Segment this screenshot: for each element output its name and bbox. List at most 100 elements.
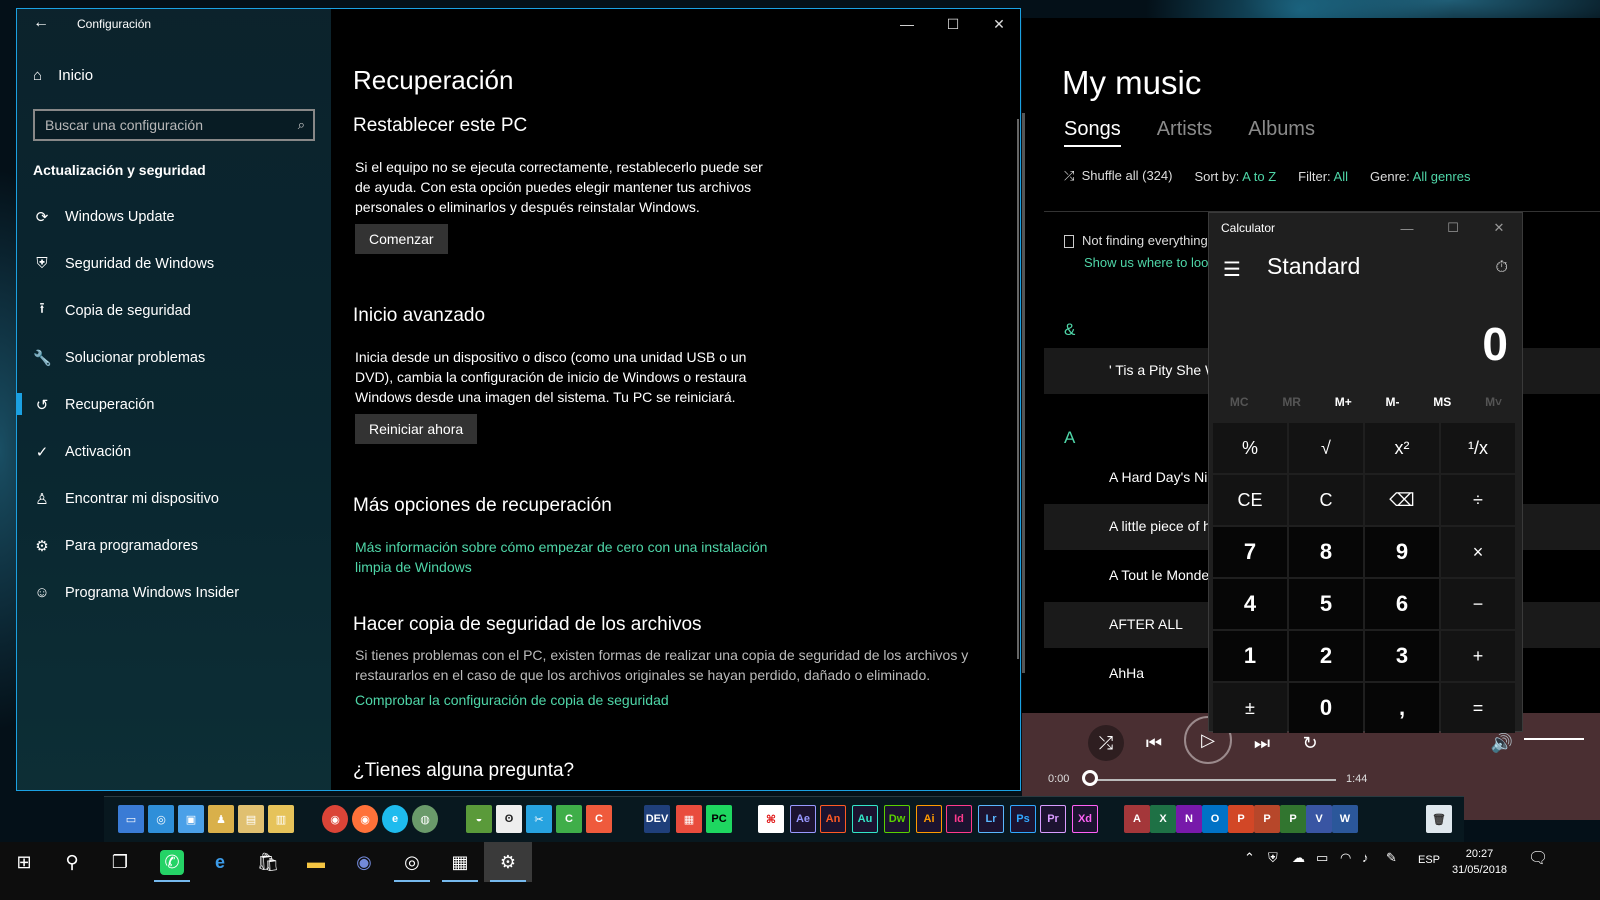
fresh-start-link-line[interactable]: Más información sobre cómo empezar de ce… — [355, 539, 767, 555]
after-effects-icon[interactable]: Ae — [790, 805, 816, 833]
close-button[interactable]: ✕ — [1476, 213, 1522, 243]
recycle-bin-icon[interactable]: 🗑 — [1426, 805, 1452, 833]
access-icon[interactable]: A — [1124, 805, 1150, 833]
chevron-up-icon[interactable]: ⌃ — [1244, 850, 1255, 866]
sidebar-item-windows-update[interactable]: ⟳ Windows Update — [17, 193, 331, 240]
app-icon[interactable]: ✂ — [526, 805, 552, 833]
app-icon[interactable]: ◒ — [466, 805, 492, 833]
memory-add-button[interactable]: M+ — [1335, 395, 1352, 409]
taskbar-explorer[interactable]: ▬ — [292, 842, 340, 882]
control-panel-icon[interactable]: ▣ — [178, 805, 204, 833]
firefox-icon[interactable]: ◉ — [352, 805, 378, 833]
network-icon[interactable]: ◎ — [148, 805, 174, 833]
shield-icon[interactable]: ⛨ — [1268, 850, 1278, 866]
digit-2-key[interactable]: 2 — [1289, 631, 1363, 681]
digit-8-key[interactable]: 8 — [1289, 527, 1363, 577]
audition-icon[interactable]: Au — [852, 805, 878, 833]
digit-3-key[interactable]: 3 — [1365, 631, 1439, 681]
taskbar-calculator[interactable]: ▦ — [436, 842, 484, 882]
xd-icon[interactable]: Xd — [1072, 805, 1098, 833]
memory-recall-button[interactable]: MR — [1282, 395, 1301, 409]
taskbar-edge[interactable]: e — [196, 842, 244, 882]
tab-albums[interactable]: Albums — [1248, 118, 1315, 147]
app-icon[interactable]: C — [556, 805, 582, 833]
filter-dropdown[interactable]: Filter: All — [1298, 169, 1348, 184]
digit-5-key[interactable]: 5 — [1289, 579, 1363, 629]
sidebar-item-windows-security[interactable]: ⛨ Seguridad de Windows — [17, 240, 331, 287]
percent-key[interactable]: % — [1213, 423, 1287, 473]
globe-icon[interactable]: ◍ — [412, 805, 438, 833]
sidebar-item-troubleshoot[interactable]: 🔧 Solucionar problemas — [17, 334, 331, 381]
sidebar-item-insider[interactable]: ☺ Programa Windows Insider — [17, 569, 331, 616]
folder-icon[interactable]: ▥ — [268, 805, 294, 833]
content-scrollbar[interactable] — [1017, 119, 1019, 659]
language-indicator[interactable]: ESP — [1418, 854, 1440, 866]
excel-icon[interactable]: X — [1150, 805, 1176, 833]
backup-settings-link[interactable]: Comprobar la configuración de copia de s… — [355, 690, 669, 710]
pen-icon[interactable]: ✎ — [1386, 850, 1397, 866]
volume-slider[interactable] — [1524, 738, 1584, 740]
taskbar-whatsapp[interactable]: ✆ — [148, 842, 196, 882]
nav-home[interactable]: ⌂ Inicio — [33, 67, 93, 84]
divide-key[interactable]: ÷ — [1441, 475, 1515, 525]
sort-dropdown[interactable]: Sort by: A to Z — [1194, 169, 1276, 184]
memory-store-button[interactable]: MS — [1433, 395, 1451, 409]
volume-icon[interactable]: ♪ — [1362, 850, 1369, 865]
clear-entry-key[interactable]: CE — [1213, 475, 1287, 525]
decimal-key[interactable]: , — [1365, 683, 1439, 733]
illustrator-icon[interactable]: Ai — [916, 805, 942, 833]
backspace-key[interactable]: ⌫ — [1365, 475, 1439, 525]
project-icon[interactable]: P — [1280, 805, 1306, 833]
user-folder-icon[interactable]: ♟ — [208, 805, 234, 833]
settings-search[interactable]: ⌕ — [33, 109, 315, 141]
pycharm-icon[interactable]: PC — [706, 805, 732, 833]
add-key[interactable]: + — [1441, 631, 1515, 681]
outlook-icon[interactable]: O — [1202, 805, 1228, 833]
fresh-start-link[interactable]: Más información sobre cómo empezar de ce… — [355, 537, 767, 577]
wifi-icon[interactable]: ◠ — [1340, 850, 1351, 866]
memory-list-button[interactable]: M˅ — [1485, 395, 1502, 409]
music-scrollbar[interactable] — [1022, 113, 1025, 673]
search-input[interactable] — [35, 111, 275, 139]
hamburger-menu-icon[interactable]: ☰ — [1223, 257, 1241, 282]
tab-songs[interactable]: Songs — [1064, 118, 1121, 147]
tab-artists[interactable]: Artists — [1157, 118, 1213, 147]
back-arrow-icon[interactable]: ← — [33, 14, 49, 32]
cloud-icon[interactable]: ☁ — [1292, 850, 1305, 866]
dreamweaver-icon[interactable]: Dw — [884, 805, 910, 833]
digit-9-key[interactable]: 9 — [1365, 527, 1439, 577]
premiere-icon[interactable]: Pr — [1040, 805, 1066, 833]
square-key[interactable]: x² — [1365, 423, 1439, 473]
acrobat-icon[interactable]: ⌘ — [758, 805, 784, 833]
subtract-key[interactable]: − — [1441, 579, 1515, 629]
sidebar-item-activation[interactable]: ✓ Activación — [17, 428, 331, 475]
group-header-amp[interactable]: & — [1064, 320, 1075, 340]
sidebar-item-find-device[interactable]: ♙ Encontrar mi dispositivo — [17, 475, 331, 522]
search-button[interactable]: ⚲ — [48, 842, 96, 882]
restart-now-button[interactable]: Reiniciar ahora — [355, 414, 478, 444]
seek-handle[interactable] — [1082, 770, 1098, 786]
notifications-icon[interactable]: 🗨 — [1528, 848, 1548, 868]
digit-6-key[interactable]: 6 — [1365, 579, 1439, 629]
visio-icon[interactable]: V — [1306, 805, 1332, 833]
sqrt-key[interactable]: √ — [1289, 423, 1363, 473]
digit-7-key[interactable]: 7 — [1213, 527, 1287, 577]
word-icon[interactable]: W — [1332, 805, 1358, 833]
digit-0-key[interactable]: 0 — [1289, 683, 1363, 733]
fresh-start-link-line[interactable]: limpia de Windows — [355, 559, 472, 575]
seek-bar[interactable] — [1092, 779, 1336, 781]
memory-subtract-button[interactable]: M- — [1386, 395, 1400, 409]
minimize-button[interactable]: — — [1384, 213, 1430, 243]
ie-icon[interactable]: e — [382, 805, 408, 833]
taskbar-store[interactable]: 🛍 — [244, 842, 292, 882]
powerpoint-icon[interactable]: P — [1228, 805, 1254, 833]
task-view-button[interactable]: ❐ — [96, 842, 144, 882]
indesign-icon[interactable]: Id — [946, 805, 972, 833]
digit-4-key[interactable]: 4 — [1213, 579, 1287, 629]
documents-folder-icon[interactable]: ▤ — [238, 805, 264, 833]
reset-start-button[interactable]: Comenzar — [355, 224, 448, 254]
app-icon[interactable]: ▦ — [676, 805, 702, 833]
taskbar-discord[interactable]: ◉ — [340, 842, 388, 882]
sidebar-item-recovery[interactable]: ↺ Recuperación — [17, 381, 331, 428]
search-icon[interactable]: ⌕ — [298, 117, 305, 133]
